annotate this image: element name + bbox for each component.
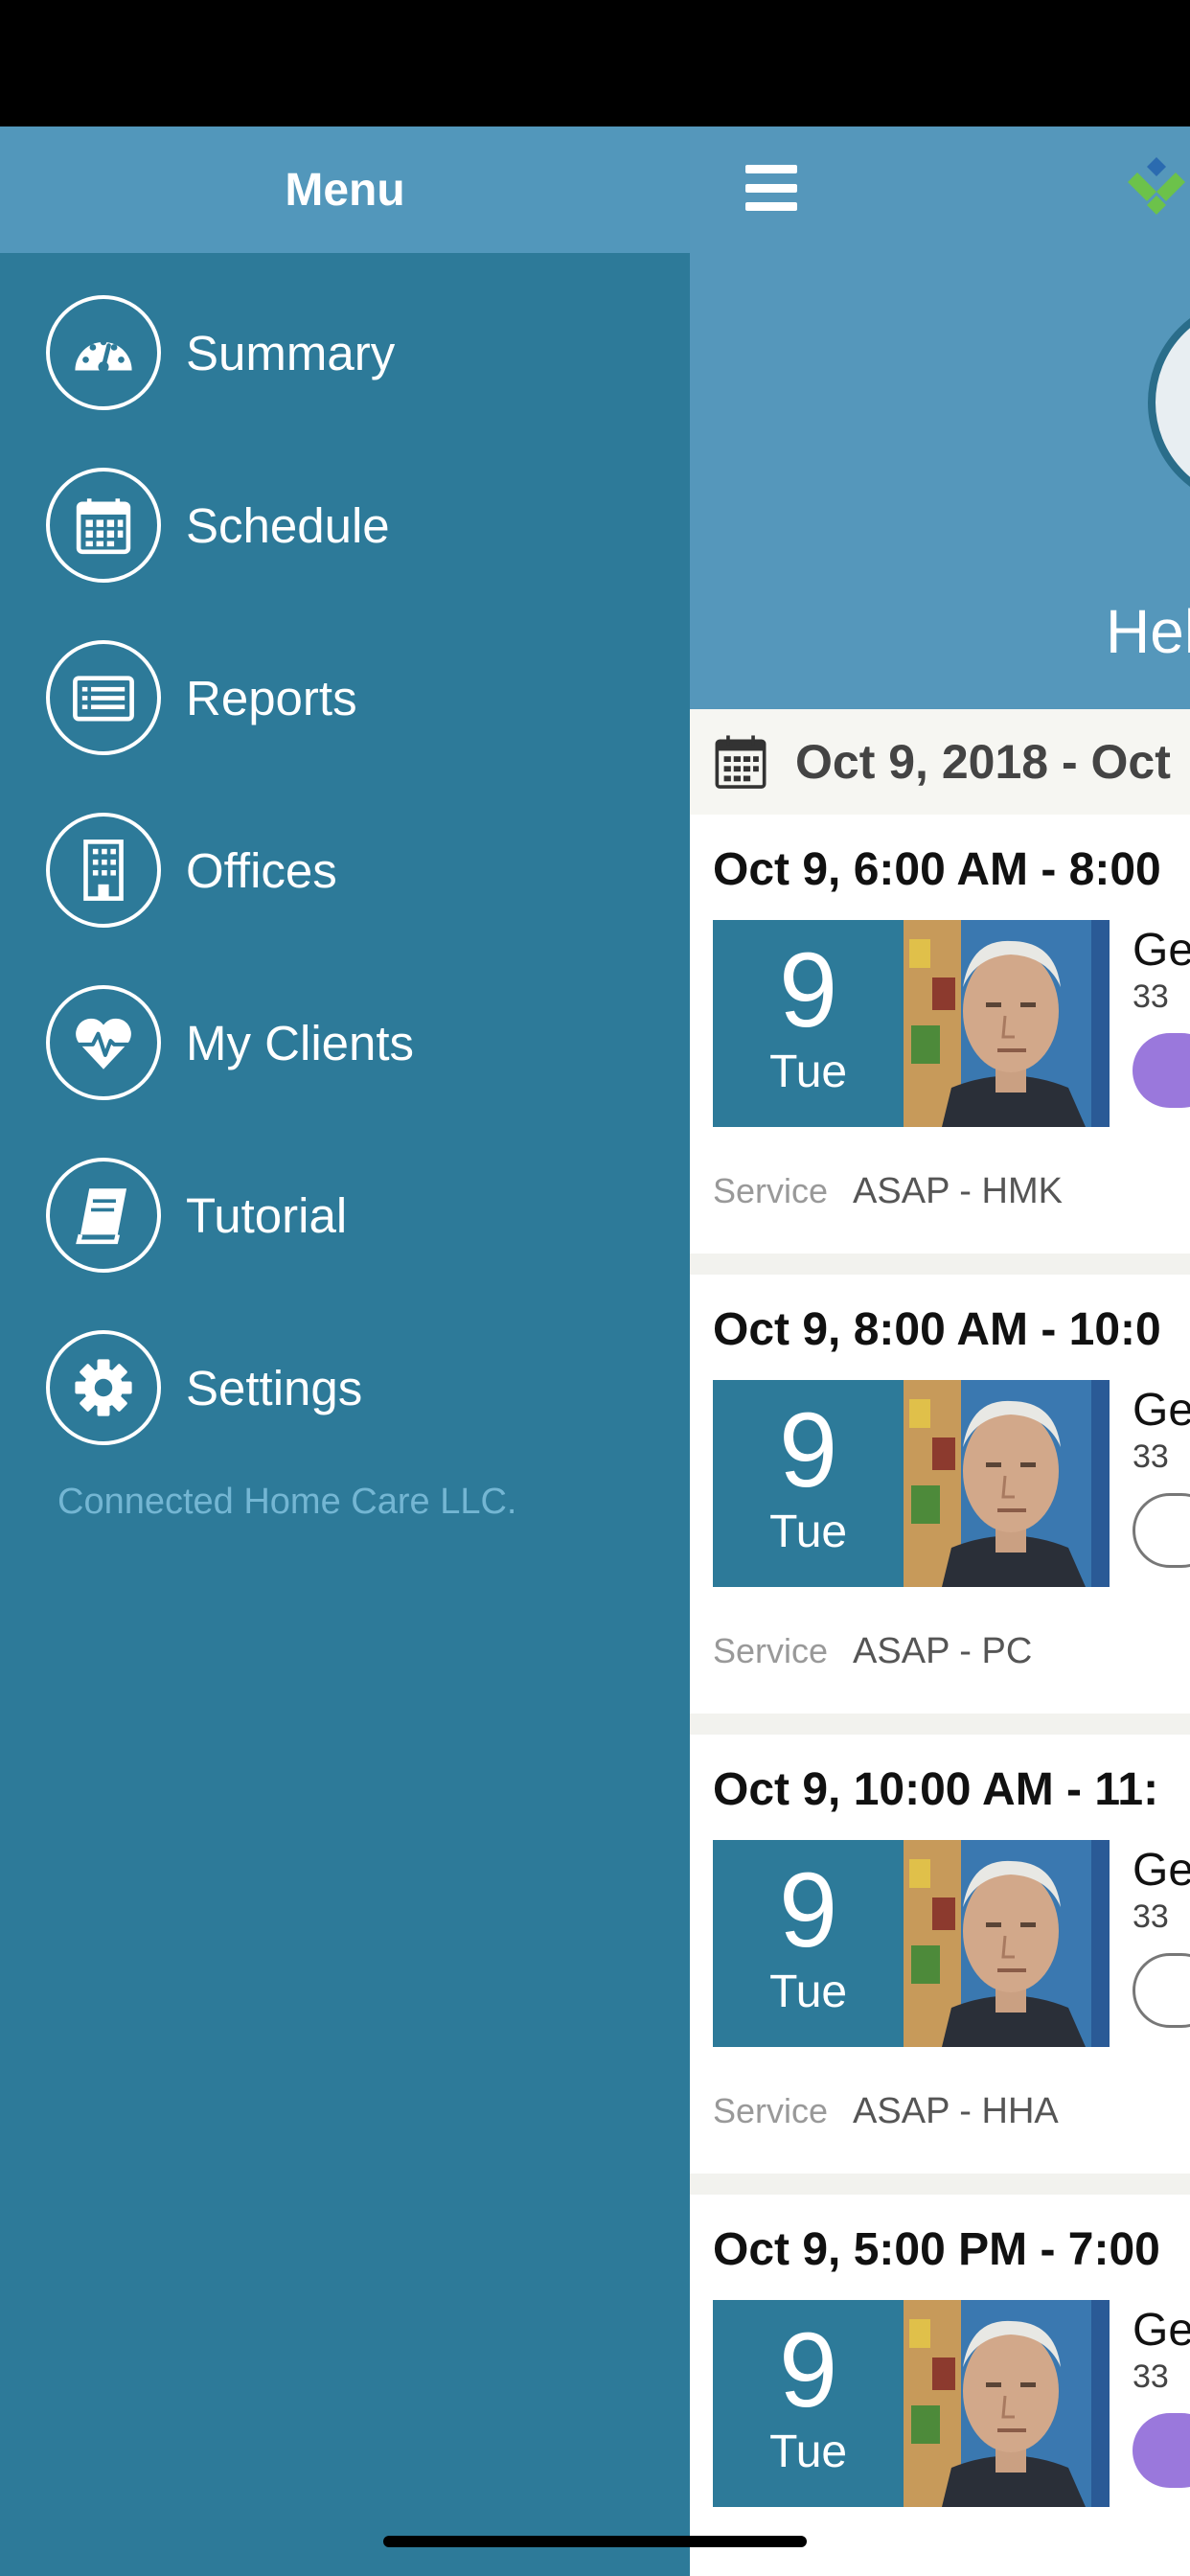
visit-day-name: Tue [769,2426,848,2477]
visit-client-info: Ge 33 [1133,1380,1190,1568]
visit-card[interactable]: Oct 9, 8:00 AM - 10:0 9 Tue Ge 33 Servic… [690,1275,1190,1714]
client-photo [904,2300,1110,2507]
home-indicator [383,2536,807,2547]
menu-title: Menu [285,164,405,216]
visit-status-toggle[interactable] [1133,2413,1190,2488]
service-label: Service [713,1631,829,1670]
client-photo [904,1380,1110,1587]
dashboard-gauge-icon [46,295,161,410]
book-icon [46,1158,161,1273]
client-photo [904,920,1110,1127]
service-label: Service [713,2091,829,2130]
date-range-bar[interactable]: Oct 9, 2018 - Oct [690,709,1190,815]
visit-card[interactable]: Oct 9, 5:00 PM - 7:00 9 Tue Ge 33 [690,2195,1190,2576]
visit-details: 9 Tue Ge 33 [713,1840,1190,2047]
brand-logo-icon [1128,157,1185,215]
menu-item-reports[interactable]: Reports [0,611,690,784]
client-address: 33 [1133,2358,1169,2395]
visit-status-toggle[interactable] [1133,1493,1190,1568]
visit-time: Oct 9, 8:00 AM - 10:0 [713,1304,1161,1355]
date-range-text: Oct 9, 2018 - Oct [795,735,1171,789]
visit-day-number: 9 [779,932,838,1049]
client-address: 33 [1133,1438,1169,1475]
client-photo [904,1840,1110,2047]
visit-card[interactable]: Oct 9, 6:00 AM - 8:00 9 Tue Ge 33 Servic… [690,815,1190,1254]
service-label: Service [713,1171,829,1210]
visit-card[interactable]: Oct 9, 10:00 AM - 11: 9 Tue Ge 33 Servic… [690,1735,1190,2174]
visit-day-number: 9 [779,2312,838,2429]
menu-item-settings[interactable]: Settings [0,1301,690,1474]
menu-item-schedule[interactable]: Schedule [0,439,690,611]
visit-details: 9 Tue Ge 33 [713,2300,1190,2507]
visit-status-toggle[interactable] [1133,1033,1190,1108]
menu-item-label: Offices [186,842,337,898]
client-address: 33 [1133,1898,1169,1935]
visit-time: Oct 9, 10:00 AM - 11: [713,1764,1159,1815]
company-name: Connected Home Care LLC. [57,1482,517,1522]
menu-item-offices[interactable]: Offices [0,784,690,956]
visit-client-info: Ge 33 [1133,2300,1190,2488]
visit-day-box: 9 Tue [713,2300,904,2507]
service-value: ASAP - HMK [853,1171,1063,1211]
main-header: Hel [690,126,1190,709]
visit-client-info: Ge 33 [1133,920,1190,1108]
main-panel[interactable]: Hel Oct 9, 2018 - Oct Oct 9, 6:00 AM - 8… [690,126,1190,2576]
menu-item-label: Tutorial [186,1187,348,1243]
service-row: Service ASAP - HHA [713,2091,1059,2132]
menu-item-label: Settings [186,1360,363,1415]
calendar-icon [46,468,161,583]
visit-list: Oct 9, 6:00 AM - 8:00 9 Tue Ge 33 Servic… [690,815,1190,2576]
visit-day-name: Tue [769,1506,848,1557]
visit-client-info: Ge 33 [1133,1840,1190,2028]
visit-details: 9 Tue Ge 33 [713,1380,1190,1587]
visit-day-box: 9 Tue [713,920,904,1127]
service-value: ASAP - HHA [853,2091,1059,2131]
menu-header: Menu [0,126,690,253]
visit-day-box: 9 Tue [713,1380,904,1587]
visit-day-name: Tue [769,1046,848,1097]
visit-time: Oct 9, 5:00 PM - 7:00 [713,2224,1160,2275]
visit-time: Oct 9, 6:00 AM - 8:00 [713,844,1161,895]
hamburger-menu-icon[interactable] [745,165,797,211]
side-menu: Menu Summary Schedule Reports Offices My… [0,126,690,2576]
visit-day-name: Tue [769,1966,848,2017]
client-address: 33 [1133,978,1169,1015]
service-value: ASAP - PC [853,1631,1033,1671]
client-name: Ge [1133,1385,1190,1436]
gear-icon [46,1330,161,1445]
visit-day-number: 9 [779,1852,838,1969]
service-row: Service ASAP - HMK [713,1171,1063,1212]
visit-status-toggle[interactable] [1133,1953,1190,2028]
visit-day-number: 9 [779,1392,838,1509]
menu-item-label: Reports [186,670,357,725]
service-row: Service ASAP - PC [713,1631,1032,1672]
report-list-icon [46,640,161,755]
status-bar [0,0,1190,126]
menu-item-label: Schedule [186,497,390,553]
user-avatar[interactable] [1148,297,1190,508]
heart-pulse-icon [46,985,161,1100]
calendar-icon [715,735,767,789]
office-building-icon [46,813,161,928]
menu-item-tutorial[interactable]: Tutorial [0,1129,690,1301]
client-name: Ge [1133,925,1190,976]
visit-day-box: 9 Tue [713,1840,904,2047]
menu-item-summary[interactable]: Summary [0,266,690,439]
greeting-text: Hel [1106,597,1190,666]
menu-item-label: Summary [186,325,396,380]
client-name: Ge [1133,2305,1190,2356]
menu-items: Summary Schedule Reports Offices My Clie [0,253,690,1474]
menu-item-my-clients[interactable]: My Clients [0,956,690,1129]
visit-details: 9 Tue Ge 33 [713,920,1190,1127]
client-name: Ge [1133,1845,1190,1896]
menu-item-label: My Clients [186,1015,415,1070]
